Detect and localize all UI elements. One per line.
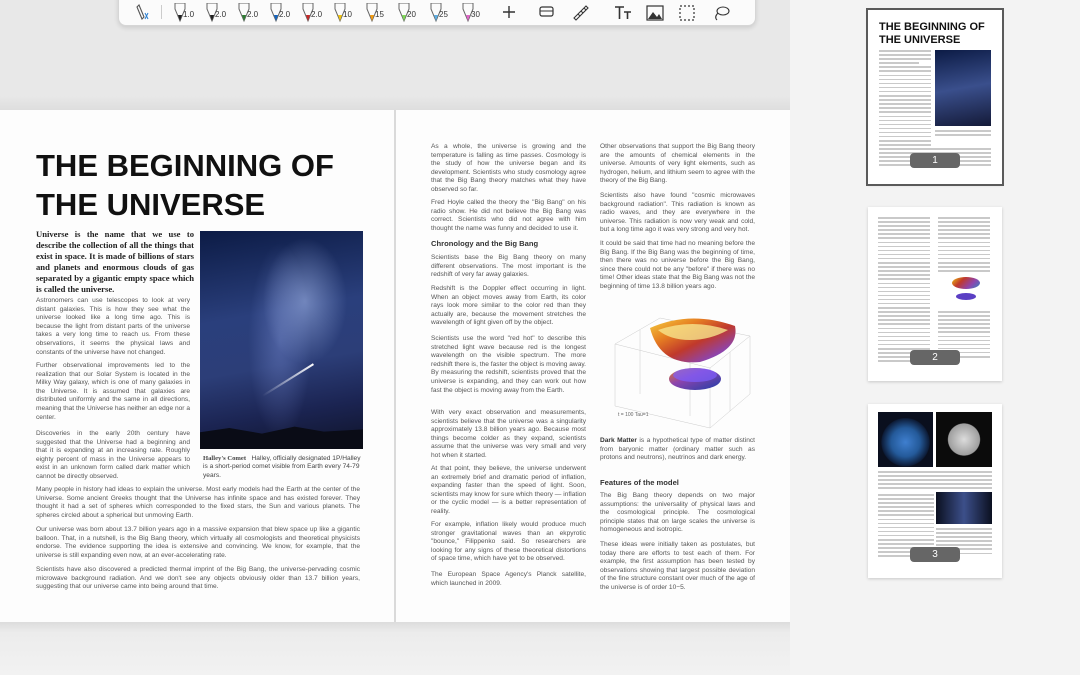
document-canvas[interactable]: THE BEGINNING OF THE UNIVERSE Universe i…	[0, 0, 790, 675]
highlighter-button-4[interactable]: 25	[429, 1, 451, 25]
pen-button-1[interactable]: 1.0	[173, 1, 195, 25]
col3-para-8: For example, inflation likely would prod…	[431, 521, 586, 563]
col3-para-4: Redshift is the Doppler effect occurring…	[431, 285, 586, 327]
col3-para-2: Fred Hoyle called the theory the "Big Ba…	[431, 199, 586, 232]
thumbnail-caption-lines	[935, 130, 991, 138]
col3-para-1: As a whole, the universe is growing and …	[431, 143, 586, 193]
hills-silhouette	[200, 426, 363, 449]
page-number-badge: 1	[910, 153, 960, 168]
col3-para-9: The European Space Agency's Planck satel…	[431, 571, 586, 587]
col4-para-3: It could be said that time had no meanin…	[600, 240, 755, 290]
selection-icon	[679, 5, 695, 21]
thumbnail-mid-lines	[878, 471, 992, 491]
comet-streak	[262, 363, 314, 397]
photo-caption: Halley's Comet Halley, officially design…	[203, 455, 363, 480]
touch-pen-button[interactable]	[133, 1, 155, 25]
pen-button-4[interactable]: 2.0	[269, 1, 291, 25]
page-number-badge: 2	[910, 350, 960, 365]
thumbnail-moon-image	[936, 412, 992, 467]
highlighter-size-label: 30	[471, 10, 480, 19]
thumbnail-timeline-image	[936, 492, 992, 524]
pen-button-2[interactable]: 2.0	[205, 1, 227, 25]
thumbnail-page-3[interactable]: 3	[868, 404, 1002, 578]
pen-size-label: 2.0	[311, 10, 323, 19]
col4-para-4: The Big Bang theory depends on two major…	[600, 492, 755, 534]
thumbnail-page-2[interactable]: 2	[868, 207, 1002, 381]
thumbnail-col-left	[878, 217, 930, 364]
page-number-badge: 3	[910, 547, 960, 562]
thumbnail-earth-image	[878, 412, 933, 467]
col4-para-5: These ideas were initially taken as post…	[600, 541, 755, 591]
lead-paragraph: Universe is the name that we use to desc…	[36, 229, 194, 294]
highlighter-button-3[interactable]: 20	[397, 1, 419, 25]
thumbnail-title: THE BEGINNING OF THE UNIVERSE	[879, 21, 985, 46]
pen-size-label: 2.0	[279, 10, 291, 19]
heading-chronology: Chronology and the Big Bang	[431, 239, 539, 248]
ruler-button[interactable]	[571, 1, 593, 25]
highlighter-size-label: 15	[375, 10, 384, 19]
comet-photo[interactable]	[200, 231, 363, 449]
col4-para-1: Other observations that support the Big …	[600, 143, 755, 185]
pen-size-label: 1.0	[183, 10, 195, 19]
wide-para-3: Scientists have also discovered a predic…	[36, 566, 360, 591]
eraser-button[interactable]	[537, 1, 559, 25]
toolbar-separator	[161, 5, 162, 19]
caption-title: Halley's Comet	[203, 455, 247, 462]
text-button[interactable]	[613, 1, 635, 25]
eraser-icon	[539, 6, 554, 17]
image-button[interactable]	[645, 1, 667, 25]
lasso-icon	[715, 6, 730, 21]
wide-para-1: Many people in history had ideas to expl…	[36, 486, 360, 519]
thumbnail-text-lines	[879, 50, 931, 148]
col3-para-3: Scientists base the Big Bang theory on m…	[431, 254, 586, 279]
plot-label: t = 100 Tau=1	[618, 412, 649, 418]
selection-button[interactable]	[677, 1, 699, 25]
pen-size-label: 2.0	[215, 10, 227, 19]
col3-para-7: At that point, they believe, the univers…	[431, 465, 586, 515]
highlighter-size-label: 10	[343, 10, 352, 19]
pen-button-3[interactable]: 2.0	[237, 1, 259, 25]
left-para-3: Discoveries in the early 20th century ha…	[36, 430, 190, 480]
canvas-top-shadow	[0, 96, 790, 110]
thumbnail-plot-lower	[956, 293, 976, 300]
lasso-button[interactable]	[711, 1, 733, 25]
col4-para-2: Scientists also have found "cosmic micro…	[600, 192, 755, 234]
image-icon	[646, 5, 664, 21]
add-pen-icon	[503, 6, 515, 18]
thumbnail-comet-image	[935, 50, 991, 126]
thumbnail-page-1[interactable]: THE BEGINNING OF THE UNIVERSE 1	[866, 8, 1004, 186]
dark-matter-para: Dark Matter is a hypothetical type of ma…	[600, 437, 755, 463]
wide-para-2: Our universe was born about 13.7 billion…	[36, 526, 360, 559]
col3-para-5: Scientists use the word "red hot" to des…	[431, 335, 586, 394]
add-pen-button[interactable]	[499, 1, 521, 25]
text-icon	[615, 6, 631, 19]
heading-features: Features of the model	[600, 478, 679, 487]
ruler-icon	[573, 5, 589, 21]
page-title: THE BEGINNING OF THE UNIVERSE	[36, 148, 334, 222]
highlighter-size-label: 25	[439, 10, 448, 19]
highlighter-button-2[interactable]: 15	[365, 1, 387, 25]
highlighter-size-label: 20	[407, 10, 416, 19]
thumbnail-plot	[952, 277, 980, 289]
pen-button-5[interactable]: 2.0	[301, 1, 323, 25]
pen-size-label: 2.0	[247, 10, 259, 19]
dark-matter-term: Dark Matter	[600, 437, 637, 444]
highlighter-button-5[interactable]: 30	[461, 1, 483, 25]
drawing-toolbar: 1.0 2.0 2.0 2.0 2.0 10 15 20 25 30	[118, 0, 756, 26]
thumbnail-col-right	[938, 217, 990, 274]
touch-pen-icon	[136, 4, 149, 20]
col3-para-6: With very exact observation and measurem…	[431, 409, 586, 459]
highlighter-button-1[interactable]: 10	[333, 1, 355, 25]
left-para-2: Further observational improvements led t…	[36, 362, 190, 421]
left-para-1: Astronomers can use telescopes to look a…	[36, 297, 190, 356]
page-bottom-edge	[0, 622, 790, 675]
